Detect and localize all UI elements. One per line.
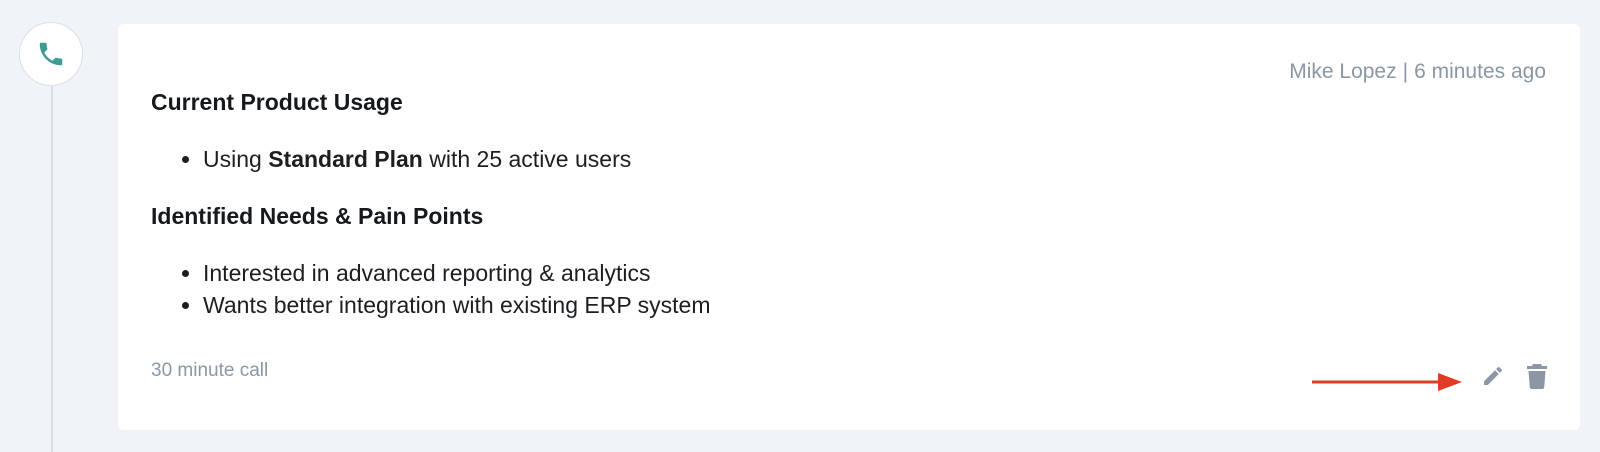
call-notes: Current Product Usage Using Standard Pla… [151,86,1351,321]
annotation-arrow [1312,373,1462,391]
list-item-prefix: Using [203,146,269,172]
section-heading-product-usage: Current Product Usage [151,89,403,115]
card-actions [1480,362,1550,390]
section-heading-needs: Identified Needs & Pain Points [151,203,484,229]
timeline-line [51,86,53,452]
needs-list: Interested in advanced reporting & analy… [151,257,1351,321]
author-name: Mike Lopez [1289,60,1397,83]
list-item: Using Standard Plan with 25 active users [203,143,1351,175]
timeline-phone-badge [19,22,83,86]
pencil-icon [1484,366,1503,385]
plan-name: Standard Plan [268,146,423,172]
call-duration: 30 minute call [151,360,269,381]
list-item-suffix: with 25 active users [422,146,632,172]
edit-button[interactable] [1480,362,1506,390]
product-usage-list: Using Standard Plan with 25 active users [151,143,1351,175]
trash-icon [1527,364,1547,389]
phone-icon [39,42,63,66]
activity-meta: Mike Lopez | 6 minutes ago [1289,60,1546,84]
timestamp: 6 minutes ago [1414,60,1546,83]
list-item: Interested in advanced reporting & analy… [203,257,1351,289]
list-item: Wants better integration with existing E… [203,289,1351,321]
delete-button[interactable] [1524,362,1550,390]
meta-separator: | [1402,60,1409,83]
